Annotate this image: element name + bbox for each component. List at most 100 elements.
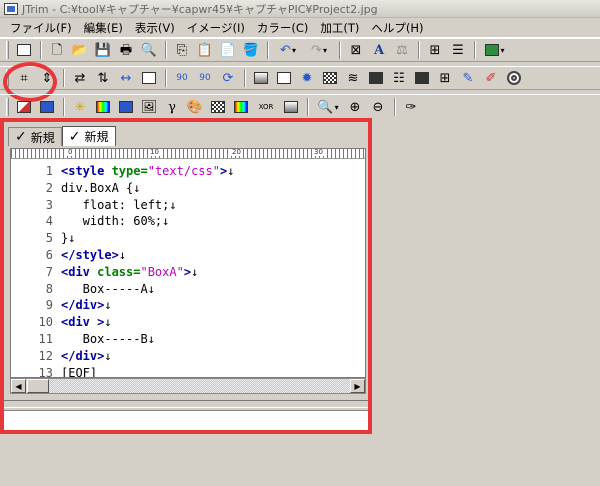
pane-splitter[interactable] <box>4 400 368 408</box>
flip-horizontal-icon: ⇄ <box>74 70 86 86</box>
menu-edit[interactable]: 編集(E) <box>78 20 129 36</box>
scroll-left-icon[interactable]: ◀ <box>11 379 26 393</box>
pen-icon: ✎ <box>462 70 474 86</box>
toolbar-separator <box>63 69 65 87</box>
zoom-in-button[interactable]: ⊕ <box>344 97 366 117</box>
border-button[interactable] <box>273 68 295 88</box>
burst-button[interactable]: ✹ <box>296 68 318 88</box>
text-tool-button[interactable]: A <box>368 40 390 60</box>
spotlight-button[interactable] <box>411 68 433 88</box>
menu-help[interactable]: ヘルプ(H) <box>365 20 429 36</box>
contrast-button[interactable] <box>115 97 137 117</box>
open-button[interactable]: 📂 <box>69 40 91 60</box>
xor-button[interactable]: XOR <box>253 97 279 117</box>
toolbar-separator <box>418 41 420 59</box>
code-line: 5}↓ <box>11 230 234 247</box>
split-button[interactable]: ⊞ <box>434 68 456 88</box>
tile-button[interactable]: ⊞ <box>424 40 446 60</box>
rotate-free-button[interactable]: ⟳ <box>217 68 239 88</box>
monochrome-icon <box>284 101 298 113</box>
paste-new-button[interactable]: 📄 <box>217 40 239 60</box>
scroll-thumb[interactable] <box>27 379 49 393</box>
paint-bucket-button[interactable]: 🪣 <box>240 40 262 60</box>
menu-image[interactable]: イメージ(I) <box>181 20 251 36</box>
toolbar-grip[interactable] <box>6 98 9 116</box>
wave-button[interactable]: ≋ <box>342 68 364 88</box>
mosaic-icon <box>323 72 337 84</box>
paste-button[interactable]: 📋 <box>194 40 216 60</box>
new-window-button[interactable] <box>13 40 35 60</box>
fit-window-button[interactable]: ⊠ <box>345 40 367 60</box>
menu-bar: ファイル(F) 編集(E) 表示(V) イメージ(I) カラー(C) 加工(T)… <box>0 18 600 38</box>
line-number: 5 <box>45 231 53 246</box>
copy-icon: ⎘ <box>176 42 188 58</box>
balance-button[interactable]: ⚖ <box>391 40 413 60</box>
code-line: 7 <div class="BoxA">↓ <box>11 264 234 281</box>
text-editor[interactable]: 0 10 20 30 1 <style type="text/css">↓ 2 div… <box>10 148 366 378</box>
flip-horizontal-button[interactable]: ⇄ <box>69 68 91 88</box>
rotate-left-button[interactable]: 90 <box>171 68 193 88</box>
negative-button[interactable] <box>13 97 35 117</box>
copy-button[interactable]: ⎘ <box>171 40 193 60</box>
rotate-right-button[interactable]: 90 <box>194 68 216 88</box>
menu-process[interactable]: 加工(T) <box>314 20 365 36</box>
gamma-button[interactable]: γ <box>161 97 183 117</box>
lines-button[interactable]: ☷ <box>388 68 410 88</box>
save-button[interactable]: 💾 <box>92 40 114 60</box>
toolbar-grip[interactable] <box>6 41 9 59</box>
color-wheel-button[interactable]: 🎨 <box>184 97 206 117</box>
code-line: 8 Box-----A↓ <box>11 281 234 298</box>
line-text: </style>↓ <box>61 247 127 262</box>
line-text: </div>↓ <box>61 298 112 313</box>
eyedropper-button[interactable]: ✑ <box>400 97 422 117</box>
fit-window-icon: ⊠ <box>350 42 362 58</box>
flip-vertical-button[interactable]: ⇅ <box>92 68 114 88</box>
redo-button[interactable]: ↷ ▾ <box>304 40 334 60</box>
dark-edge-button[interactable] <box>365 68 387 88</box>
line-number: 9 <box>45 298 53 313</box>
expand-button[interactable]: ↔ <box>115 68 137 88</box>
grid-button[interactable]: ▾ <box>480 40 510 60</box>
print-preview-button[interactable]: 🔍 <box>138 40 160 60</box>
menu-color[interactable]: カラー(C) <box>251 20 315 36</box>
hue-button[interactable] <box>92 97 114 117</box>
shadow-button[interactable] <box>250 68 272 88</box>
line-number: 1 <box>45 164 53 178</box>
edit-button[interactable]: ✐ <box>480 68 502 88</box>
sepia-button[interactable] <box>36 97 58 117</box>
cascade-button[interactable]: ☰ <box>447 40 469 60</box>
zoom-dropdown-icon: ▾ <box>334 102 339 112</box>
pattern-button[interactable] <box>207 97 229 117</box>
edit-icon: ✐ <box>485 70 497 86</box>
toolbar-separator <box>63 98 65 116</box>
monochrome-button[interactable] <box>280 97 302 117</box>
tab-new-1[interactable]: ✓ 新規 <box>8 127 62 146</box>
sharpen-button[interactable]: ✳ <box>69 97 91 117</box>
bottom-pane[interactable] <box>4 410 368 430</box>
menu-view[interactable]: 表示(V) <box>129 20 181 36</box>
xor-icon: XOR <box>258 102 274 111</box>
expand-icon: ↔ <box>120 70 132 86</box>
color-count-button[interactable] <box>230 97 252 117</box>
menu-file[interactable]: ファイル(F) <box>4 20 78 36</box>
code-area[interactable]: 1 <style type="text/css">↓ 2 div.BoxA {↓ 3 f… <box>11 163 235 377</box>
ruler: 0 10 20 30 <box>11 148 365 159</box>
new-file-button[interactable]: 🗋 <box>46 40 68 60</box>
dark-edge-icon <box>369 72 383 84</box>
tab-new-2[interactable]: ✓ 新規 <box>61 126 116 146</box>
horizontal-scrollbar[interactable]: ◀ ▶ <box>10 378 366 394</box>
ripple-button[interactable] <box>503 68 525 88</box>
undo-button[interactable]: ↶ ▾ <box>273 40 303 60</box>
print-button[interactable]: 🖶 <box>115 40 137 60</box>
zoom-menu-button[interactable]: 🔍 ▾ <box>313 97 343 117</box>
grid-dropdown-icon: ▾ <box>500 45 505 55</box>
zoom-out-button[interactable]: ⊖ <box>367 97 389 117</box>
frame-button[interactable] <box>138 68 160 88</box>
line-number: 12 <box>38 348 53 363</box>
grid-icon <box>485 44 500 56</box>
ruler-mark: 20 <box>231 148 242 156</box>
image-button[interactable]: 🖼 <box>138 97 160 117</box>
scroll-right-icon[interactable]: ▶ <box>350 379 365 393</box>
mosaic-button[interactable] <box>319 68 341 88</box>
pen-button[interactable]: ✎ <box>457 68 479 88</box>
